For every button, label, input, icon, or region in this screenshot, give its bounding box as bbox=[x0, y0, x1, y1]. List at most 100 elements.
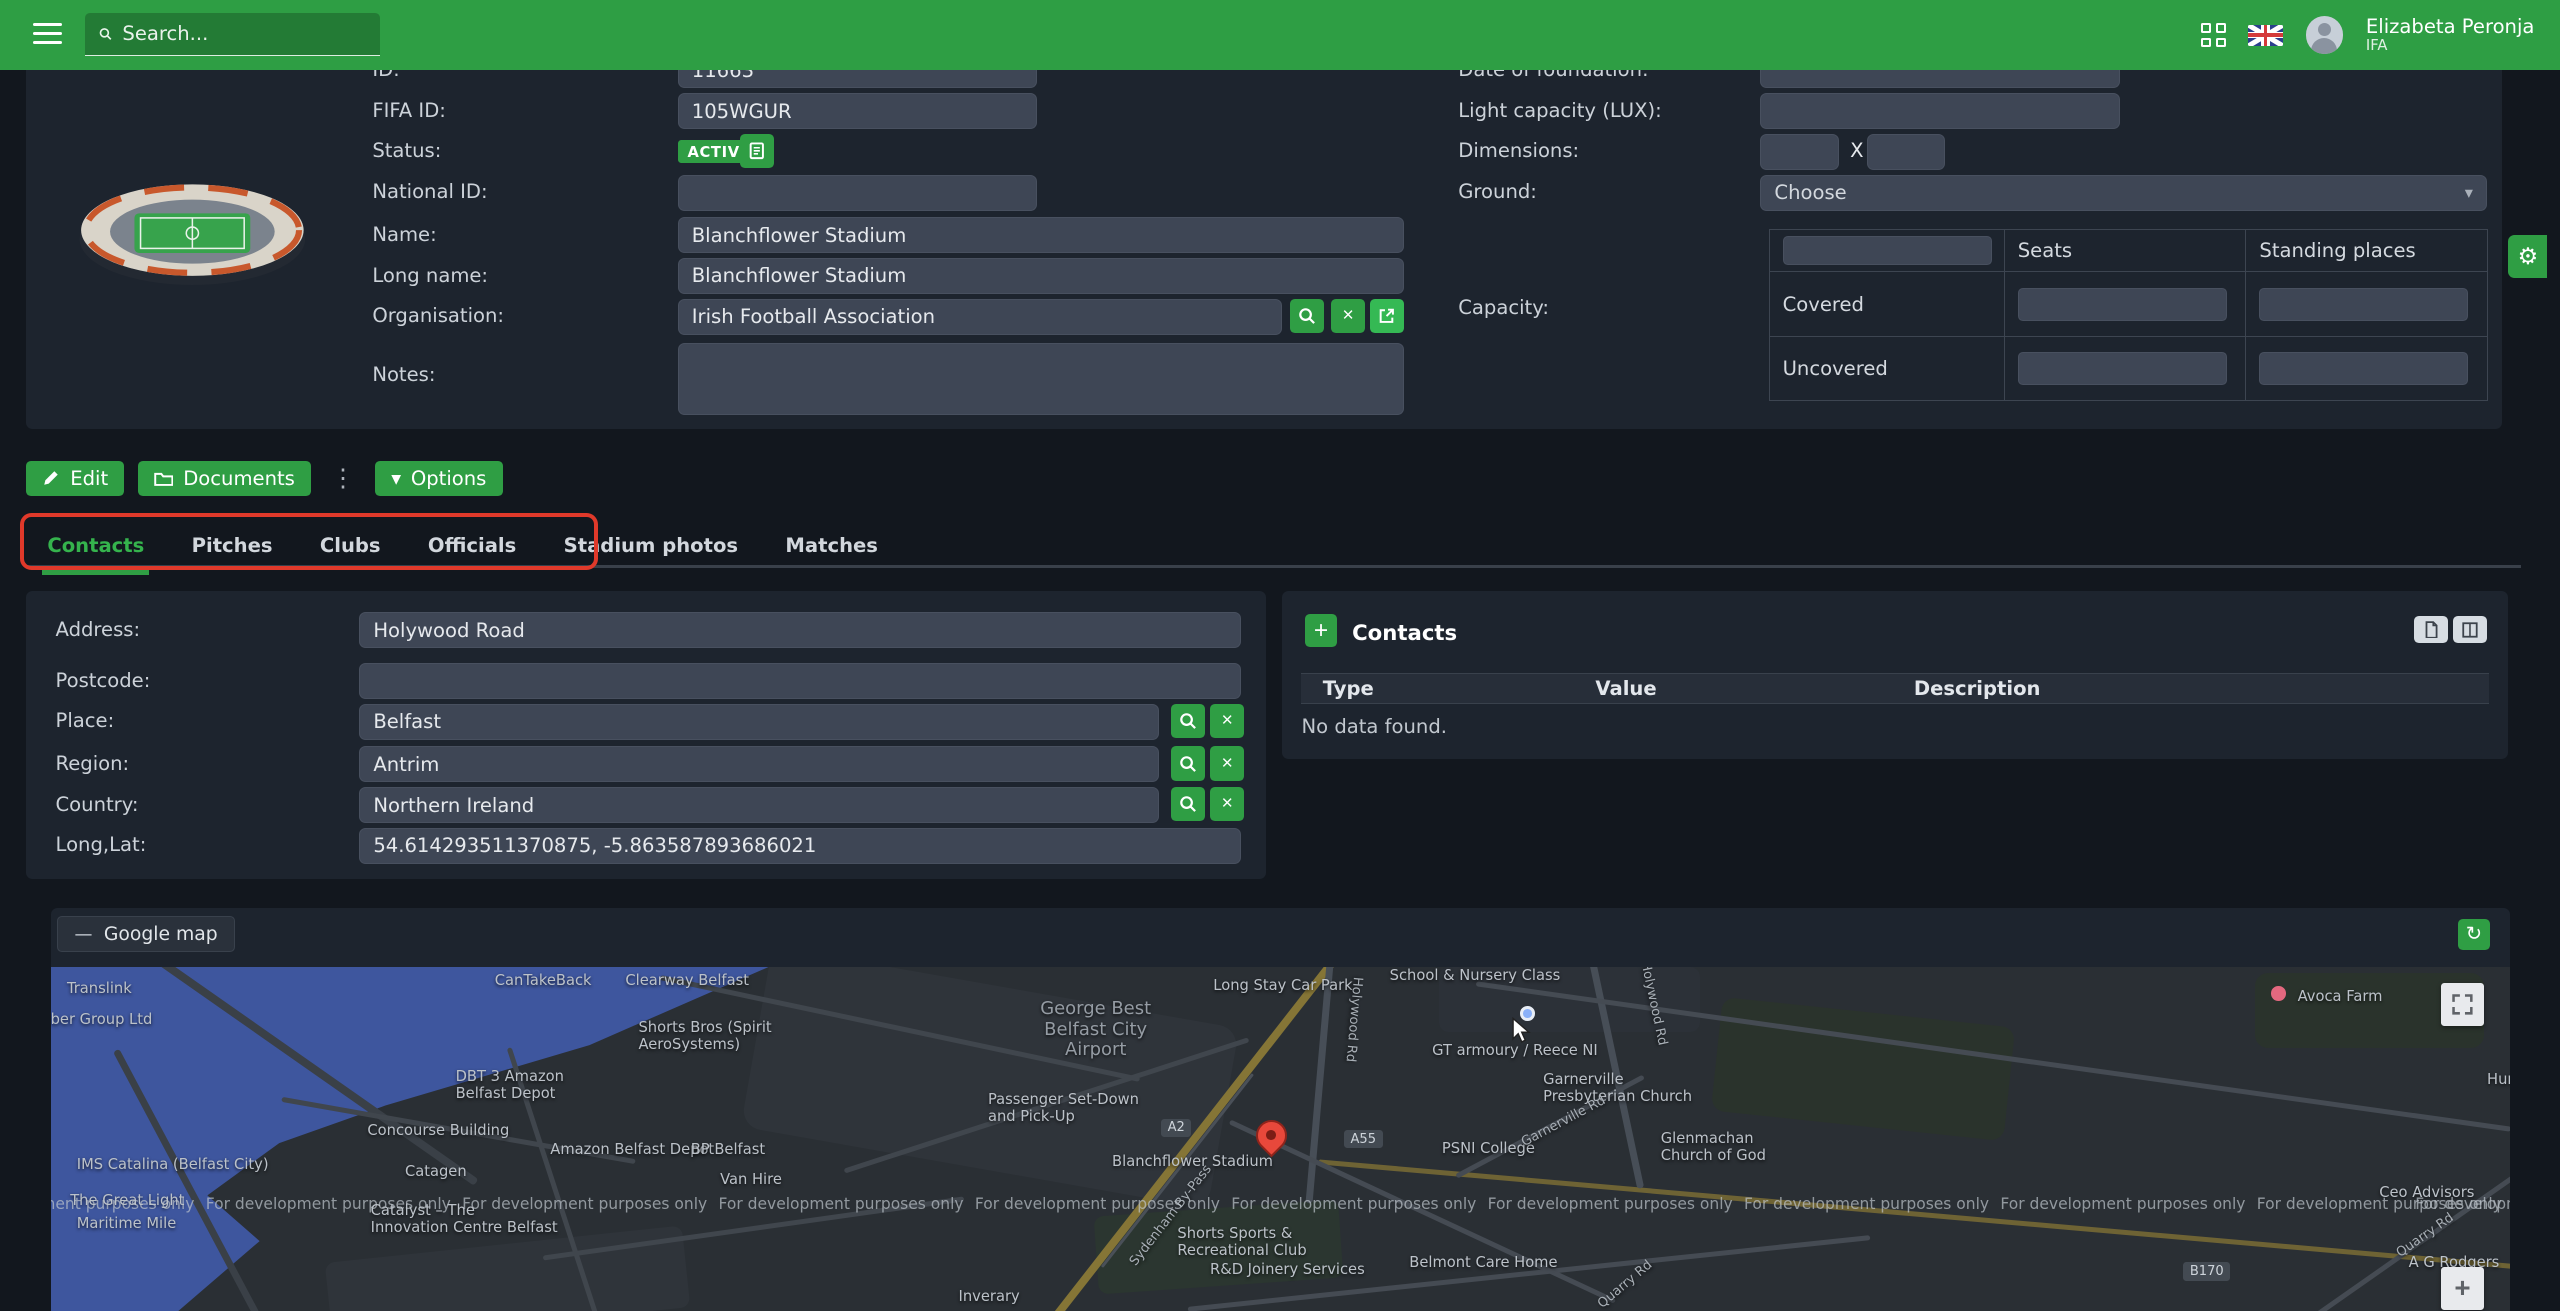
place-search-button[interactable] bbox=[1171, 704, 1205, 738]
ground-label: Ground: bbox=[1458, 181, 1537, 204]
map-label: Catagen bbox=[405, 1163, 467, 1180]
hamburger-menu-icon[interactable] bbox=[33, 23, 62, 47]
national-id-input[interactable] bbox=[678, 175, 1037, 211]
map-marker-pin[interactable] bbox=[1256, 1120, 1289, 1162]
stadium-photo bbox=[65, 160, 320, 297]
organisation-input[interactable] bbox=[678, 299, 1282, 335]
map-label: School & Nursery Class bbox=[1390, 967, 1561, 984]
contacts-title: Contacts bbox=[1352, 621, 1457, 646]
contacts-empty-text: No data found. bbox=[1301, 715, 1447, 738]
table-icon bbox=[2461, 621, 2479, 639]
dimensions-height-input[interactable] bbox=[1867, 134, 1945, 170]
export-file-button[interactable] bbox=[2414, 616, 2448, 644]
status-history-button[interactable] bbox=[740, 134, 774, 168]
fifa-id-input[interactable] bbox=[678, 93, 1037, 129]
tab-matches[interactable]: Matches bbox=[776, 527, 888, 563]
organisation-clear-button[interactable]: × bbox=[1331, 299, 1365, 333]
apps-grid-icon[interactable] bbox=[2201, 23, 2225, 47]
map-watermark: For development purposes only bbox=[2000, 1195, 2245, 1213]
folder-icon bbox=[154, 469, 174, 489]
global-search[interactable] bbox=[85, 13, 381, 55]
map-label: George Best Belfast City Airport bbox=[1040, 999, 1151, 1060]
map-zoom-in-button[interactable]: + bbox=[2441, 1267, 2483, 1309]
page: ID: FIFA ID: Status: ACTIVE National ID:… bbox=[0, 0, 2560, 1311]
minus-icon: — bbox=[74, 924, 92, 945]
region-input[interactable] bbox=[359, 746, 1159, 782]
column-settings-button[interactable] bbox=[2453, 616, 2487, 644]
more-actions-button[interactable]: ⋮ bbox=[324, 463, 362, 493]
options-button[interactable]: ▾ Options bbox=[375, 461, 503, 497]
map-watermark: For development purposes only bbox=[1231, 1195, 1476, 1213]
country-clear-button[interactable]: × bbox=[1210, 787, 1244, 821]
ground-select[interactable]: Choose ▾ bbox=[1760, 175, 2487, 211]
avatar[interactable] bbox=[2306, 16, 2344, 54]
covered-seats-input[interactable] bbox=[2018, 288, 2227, 321]
country-label: Country: bbox=[56, 794, 139, 817]
tab-contacts[interactable]: Contacts bbox=[38, 527, 155, 563]
documents-button[interactable]: Documents bbox=[138, 461, 312, 497]
tab-pitches[interactable]: Pitches bbox=[182, 527, 283, 563]
country-search-button[interactable] bbox=[1171, 787, 1205, 821]
map-label: Concourse Building bbox=[367, 1122, 509, 1139]
organisation-search-button[interactable] bbox=[1290, 299, 1324, 333]
capacity-label: Capacity: bbox=[1458, 297, 1549, 320]
name-input[interactable] bbox=[678, 217, 1405, 253]
map-canvas[interactable]: + Translinkber Group LtdCanTakeBackClear… bbox=[51, 967, 2510, 1311]
name-label: Name: bbox=[372, 224, 436, 247]
google-map-collapse-button[interactable]: — Google map bbox=[57, 916, 235, 952]
user-menu[interactable]: Elizabeta Peronja IFA bbox=[2366, 16, 2535, 54]
covered-standing-input[interactable] bbox=[2259, 288, 2468, 321]
address-panel: Address: Postcode: Place: × Region: × Co… bbox=[26, 591, 1265, 878]
postcode-input[interactable] bbox=[359, 663, 1241, 699]
tabs: Contacts Pitches Clubs Officials Stadium pho… bbox=[38, 526, 916, 565]
user-name: Elizabeta Peronja bbox=[2366, 16, 2535, 38]
dimensions-width-input[interactable] bbox=[1760, 134, 1838, 170]
place-input[interactable] bbox=[359, 704, 1159, 740]
status-label: Status: bbox=[372, 140, 441, 163]
map-watermark: For development purposes only bbox=[1488, 1195, 1733, 1213]
map-watermark: For development purposes only bbox=[206, 1195, 451, 1213]
map-label: CanTakeBack bbox=[495, 972, 592, 989]
tab-officials[interactable]: Officials bbox=[418, 527, 526, 563]
map-label: Passenger Set-Down and Pick-Up bbox=[988, 1091, 1139, 1125]
long-name-input[interactable] bbox=[678, 258, 1405, 294]
capacity-header-input[interactable] bbox=[1783, 236, 1992, 265]
uncovered-seats-input[interactable] bbox=[2018, 352, 2227, 385]
map-fullscreen-button[interactable] bbox=[2441, 983, 2483, 1025]
chevron-down-icon: ▾ bbox=[2465, 183, 2473, 202]
region-clear-button[interactable]: × bbox=[1210, 746, 1244, 780]
settings-gear-button[interactable]: ⚙ bbox=[2508, 235, 2547, 277]
edit-button[interactable]: Edit bbox=[26, 461, 124, 497]
language-flag-icon[interactable] bbox=[2248, 25, 2282, 46]
map-label: Shorts Sports & Recreational Club bbox=[1177, 1225, 1306, 1259]
file-icon bbox=[2422, 621, 2440, 639]
place-label: Place: bbox=[56, 710, 115, 733]
map-label: Shorts Bros (Spirit AeroSystems) bbox=[638, 1019, 771, 1053]
contacts-panel: + Contacts Type Value Description No dat… bbox=[1282, 591, 2508, 759]
mouse-cursor bbox=[1509, 1016, 1533, 1045]
capacity-table: Seats Standing places Covered Uncovered bbox=[1769, 229, 2488, 401]
map-label: Van Hire bbox=[720, 1171, 782, 1188]
user-org: IFA bbox=[2366, 38, 2535, 54]
light-capacity-input[interactable] bbox=[1760, 93, 2119, 129]
capacity-col-seats: Seats bbox=[2004, 229, 2246, 271]
dimensions-label: Dimensions: bbox=[1458, 140, 1579, 163]
tab-stadium-photos[interactable]: Stadium photos bbox=[554, 527, 748, 563]
map-refresh-button[interactable]: ↻ bbox=[2458, 919, 2491, 950]
tab-clubs[interactable]: Clubs bbox=[310, 527, 390, 563]
region-search-button[interactable] bbox=[1171, 746, 1205, 780]
longlat-input[interactable] bbox=[359, 828, 1241, 864]
capacity-row-covered-label: Covered bbox=[1769, 272, 2004, 337]
map-label: Inverary bbox=[959, 1288, 1020, 1305]
country-input[interactable] bbox=[359, 787, 1159, 823]
search-input[interactable] bbox=[122, 22, 367, 45]
add-contact-button[interactable]: + bbox=[1305, 614, 1338, 647]
address-input[interactable] bbox=[359, 612, 1241, 648]
contacts-col-value: Value bbox=[1595, 677, 1913, 700]
organisation-open-button[interactable] bbox=[1370, 299, 1404, 333]
place-clear-button[interactable]: × bbox=[1210, 704, 1244, 738]
longlat-label: Long,Lat: bbox=[56, 834, 147, 857]
notes-textarea[interactable] bbox=[678, 343, 1405, 415]
uncovered-standing-input[interactable] bbox=[2259, 352, 2468, 385]
map-label: Garnerville Presbyterian Church bbox=[1543, 1071, 1692, 1105]
